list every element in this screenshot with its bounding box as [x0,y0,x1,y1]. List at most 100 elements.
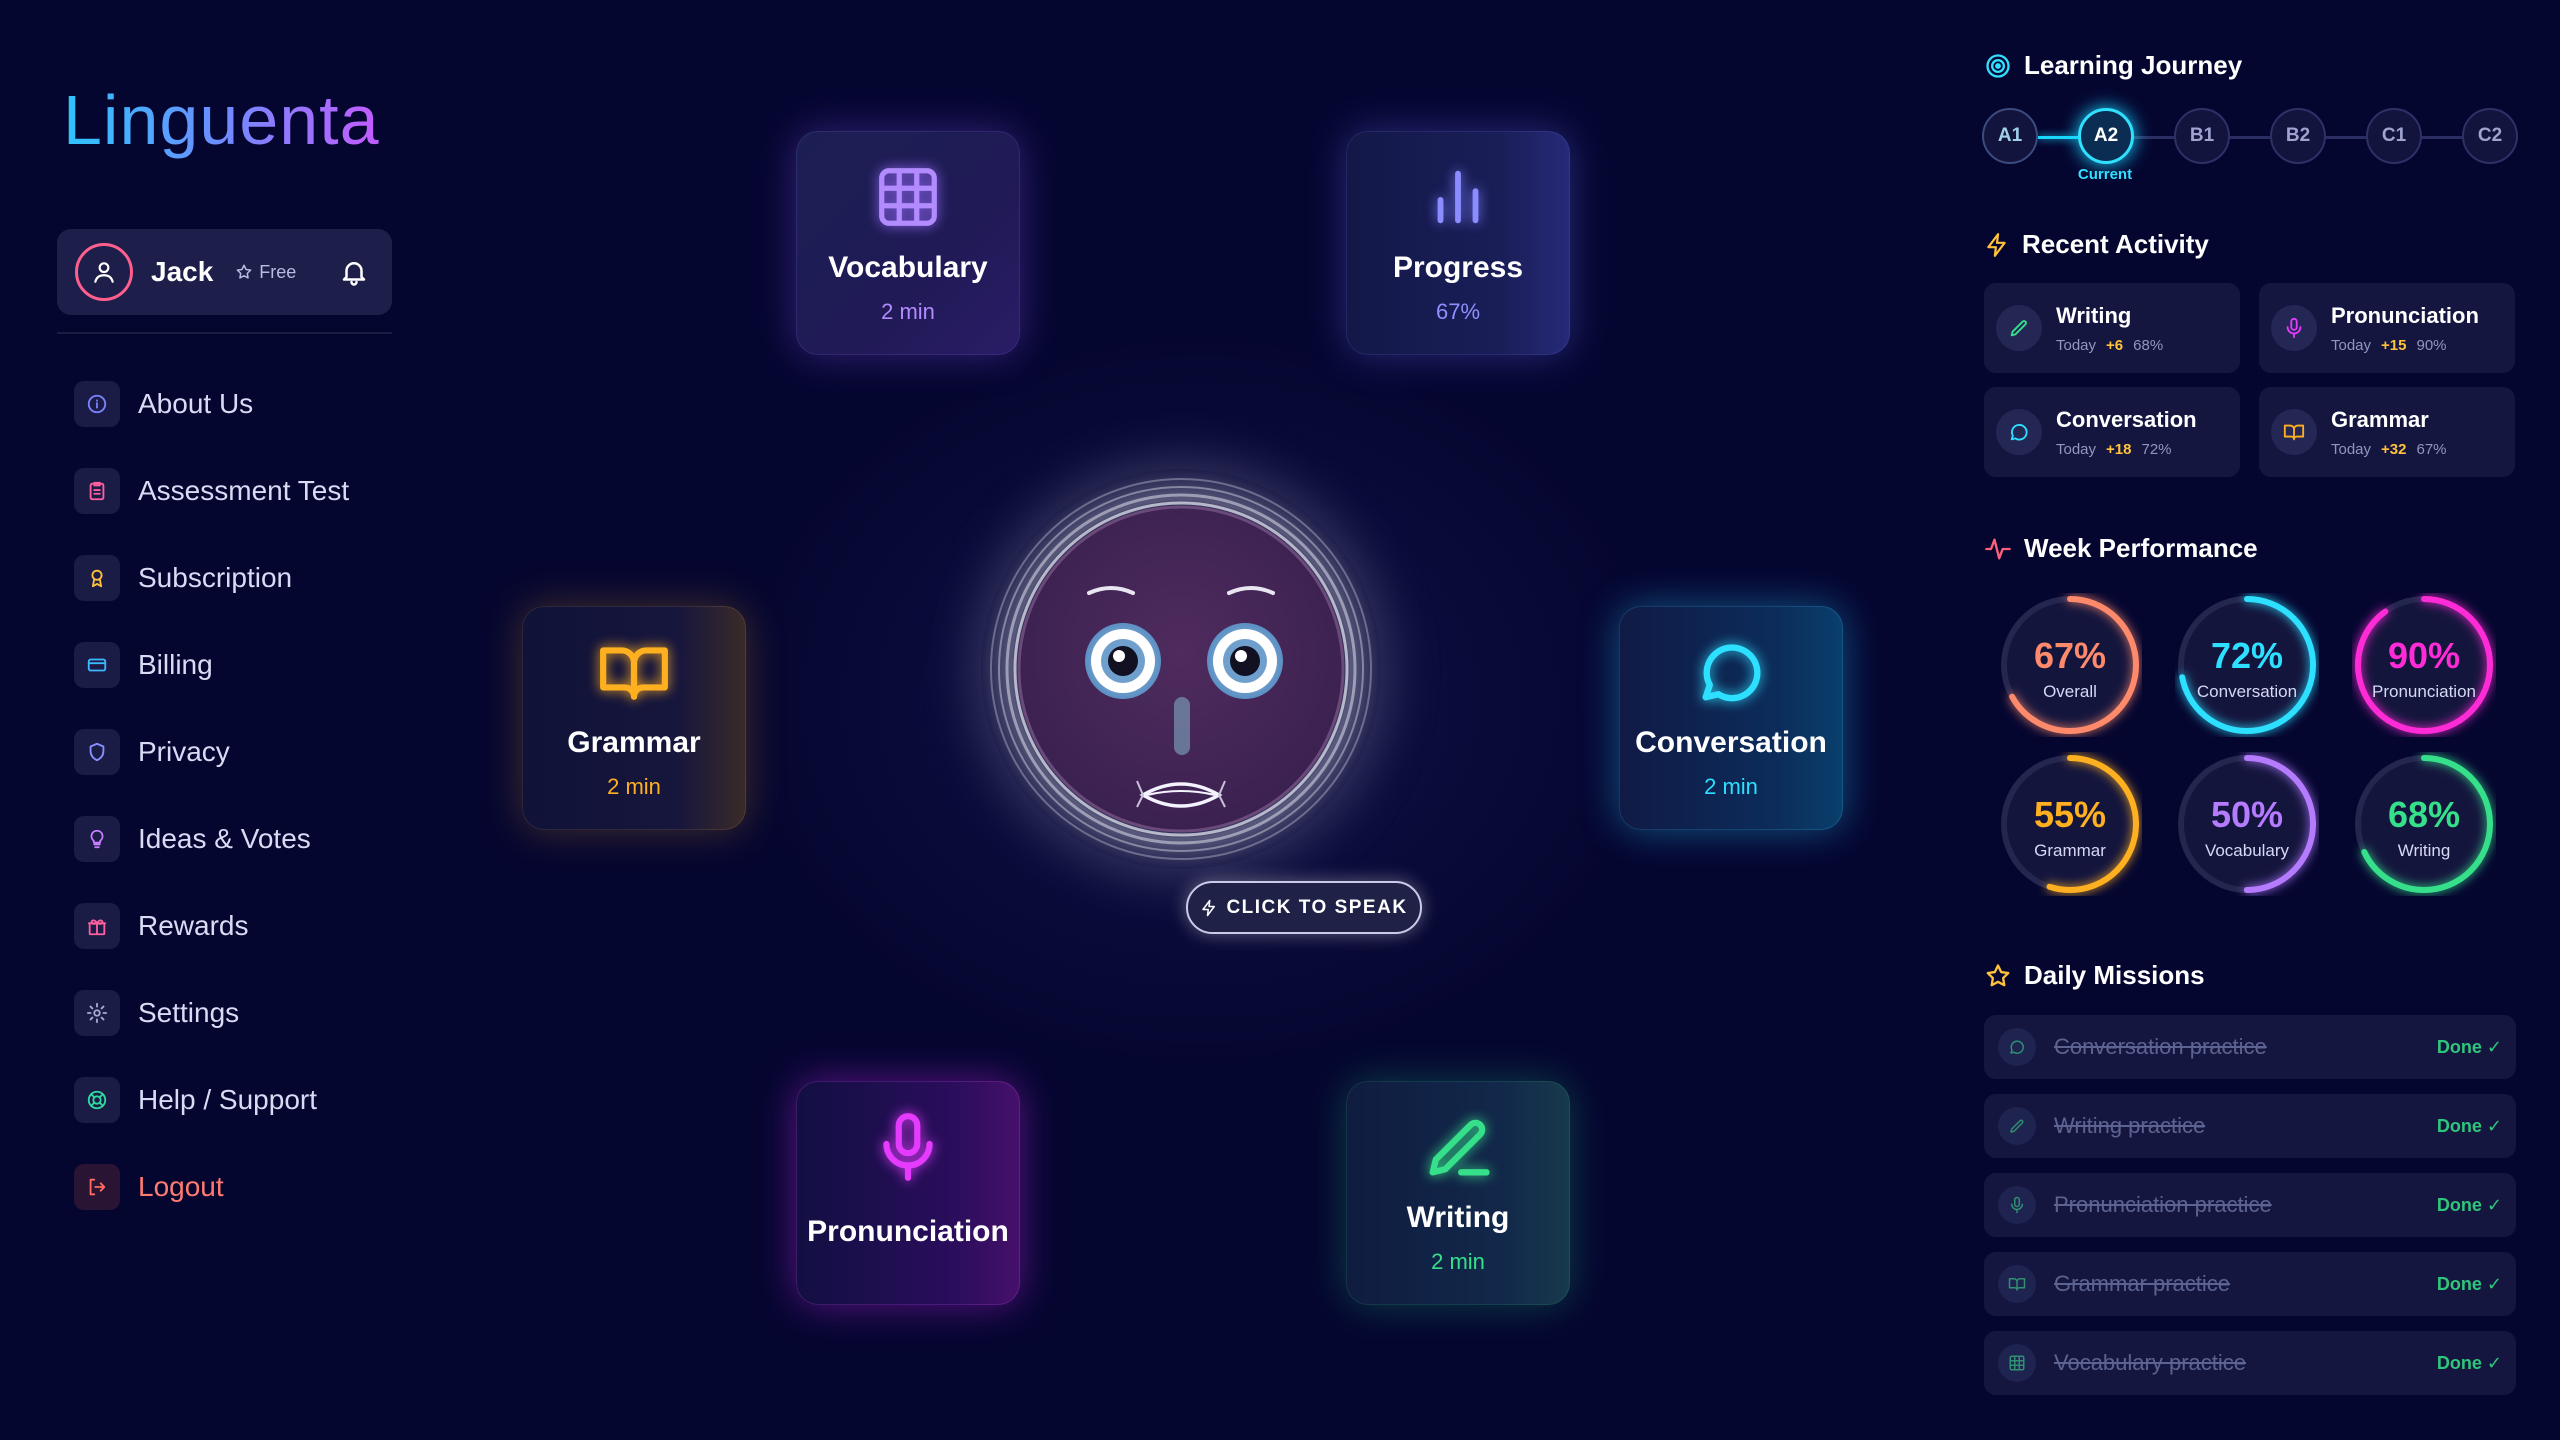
vocabulary-card[interactable]: Vocabulary 2 min [796,131,1020,355]
level-connector [2422,136,2462,139]
activity-date: Today [2056,336,2097,354]
performance-value: 90% [2387,635,2461,676]
sidebar-item-label: Subscription [138,561,293,593]
pencil-icon [1996,305,2042,351]
book-icon [1998,1265,2036,1303]
award-icon [74,554,120,601]
sidebar-item-subscription[interactable]: Subscription [74,534,349,621]
level-connector [2038,136,2078,139]
performance-ring-grammar: 55% Grammar [1998,752,2142,896]
face-svg [990,478,1372,860]
sidebar-item-help-support[interactable]: Help / Support [74,1056,349,1143]
shield-icon [74,728,120,775]
mission-item[interactable]: Conversation practice Done ✓ [1984,1015,2516,1079]
gear-icon [74,989,120,1036]
clipboard-icon [74,467,120,514]
grammar-card[interactable]: Grammar 2 min [522,606,746,830]
conversation-card-title: Conversation [1635,726,1827,759]
user-avatar-icon[interactable] [75,243,133,301]
performance-value: 72% [2210,635,2284,676]
activity-points: +18 [2106,440,2132,458]
grid-icon [873,157,943,237]
level-node-a2[interactable]: A2 [2078,108,2134,164]
mission-label: Pronunciation practice [2054,1192,2272,1217]
performance-label: Vocabulary [2204,841,2290,860]
click-to-speak-button[interactable]: CLICK TO SPEAK [1186,881,1422,934]
user-card[interactable]: Jack Free [57,229,392,315]
click-to-speak-label: CLICK TO SPEAK [1226,896,1408,918]
info-icon [74,380,120,427]
daily-missions-title: Daily Missions [2024,960,2205,990]
activity-title: Pronunciation [2331,302,2479,328]
user-name: Jack [151,256,214,287]
performance-ring-vocabulary: 50% Vocabulary [2175,752,2319,896]
performance-label: Overall [2043,682,2097,701]
activity-date: Today [2331,336,2372,354]
sidebar-item-assessment-test[interactable]: Assessment Test [74,447,349,534]
level-track: A1 A2 B1 B2 C1 C2 [1982,108,2518,168]
lightbulb-icon [74,815,120,862]
activity-writing[interactable]: Writing Today +6 68% [1984,283,2240,373]
activity-conversation[interactable]: Conversation Today +18 72% [1984,387,2240,477]
star-icon [1986,963,2010,986]
activity-score: 68% [2133,336,2164,354]
pronunciation-card-title: Pronunciation [807,1215,1009,1248]
level-node-a1[interactable]: A1 [1982,108,2038,164]
sidebar-item-label: Billing [138,648,213,680]
sidebar-item-label: Settings [138,996,240,1028]
progress-card-title: Progress [1392,251,1524,284]
mission-status: Done ✓ [2436,1115,2502,1136]
lightning-icon [1987,232,2006,257]
level-node-c1[interactable]: C1 [2366,108,2422,164]
sidebar-item-settings[interactable]: Settings [74,969,349,1056]
learning-journey-header: Learning Journey [1984,50,2242,81]
activity-title: Grammar [2331,406,2429,432]
sidebar: Linguenta Jack Free About Us Assessment … [0,0,420,1440]
mission-label: Conversation practice [2054,1034,2267,1059]
performance-label: Writing [2397,841,2451,860]
pronunciation-card[interactable]: Pronunciation [796,1081,1020,1305]
logout-icon [74,1163,120,1210]
mission-item[interactable]: Writing practice Done ✓ [1984,1094,2516,1158]
mission-item[interactable]: Grammar practice Done ✓ [1984,1252,2516,1316]
performance-ring-writing: 68% Writing [2352,752,2496,896]
plan-label: Free [259,261,297,282]
level-connector [2134,136,2174,139]
sidebar-item-label: About Us [138,387,254,419]
activity-pronunciation[interactable]: Pronunciation Today +15 90% [2259,283,2515,373]
writing-card[interactable]: Writing 2 min [1346,1081,1570,1305]
sidebar-menu: About Us Assessment Test Subscription Bi… [74,360,349,1230]
book-icon [2271,409,2317,455]
mission-item[interactable]: Pronunciation practice Done ✓ [1984,1173,2516,1237]
progress-card[interactable]: Progress 67% [1346,131,1570,355]
bar-chart-icon [1423,157,1493,237]
activity-date: Today [2056,440,2097,458]
vocabulary-card-title: Vocabulary [828,251,988,284]
app-logo[interactable]: Linguenta [63,80,380,160]
activity-grammar[interactable]: Grammar Today +32 67% [2259,387,2515,477]
level-node-b1[interactable]: B1 [2174,108,2230,164]
level-node-c2[interactable]: C2 [2462,108,2518,164]
mission-label: Writing practice [2054,1113,2206,1138]
sidebar-item-rewards[interactable]: Rewards [74,882,349,969]
sidebar-item-logout[interactable]: Logout [74,1143,349,1230]
pencil-icon [1420,1107,1496,1187]
week-performance-title: Week Performance [2024,533,2258,563]
sidebar-item-privacy[interactable]: Privacy [74,708,349,795]
activity-points: +15 [2381,336,2407,354]
conversation-card[interactable]: Conversation 2 min [1619,606,1843,830]
sidebar-item-billing[interactable]: Billing [74,621,349,708]
target-icon [1986,53,2010,78]
life-buoy-icon [74,1076,120,1123]
ai-tutor-face[interactable] [981,469,1381,869]
performance-label: Pronunciation [2372,682,2476,701]
sidebar-item-ideas-votes[interactable]: Ideas & Votes [74,795,349,882]
level-connector [2326,136,2366,139]
chat-bubble-icon [1693,632,1769,712]
activity-score: 67% [2416,440,2447,458]
writing-card-title: Writing [1406,1201,1510,1234]
level-node-b2[interactable]: B2 [2270,108,2326,164]
notification-bell-icon[interactable] [334,252,374,292]
mission-item[interactable]: Vocabulary practice Done ✓ [1984,1331,2516,1395]
sidebar-item-about-us[interactable]: About Us [74,360,349,447]
